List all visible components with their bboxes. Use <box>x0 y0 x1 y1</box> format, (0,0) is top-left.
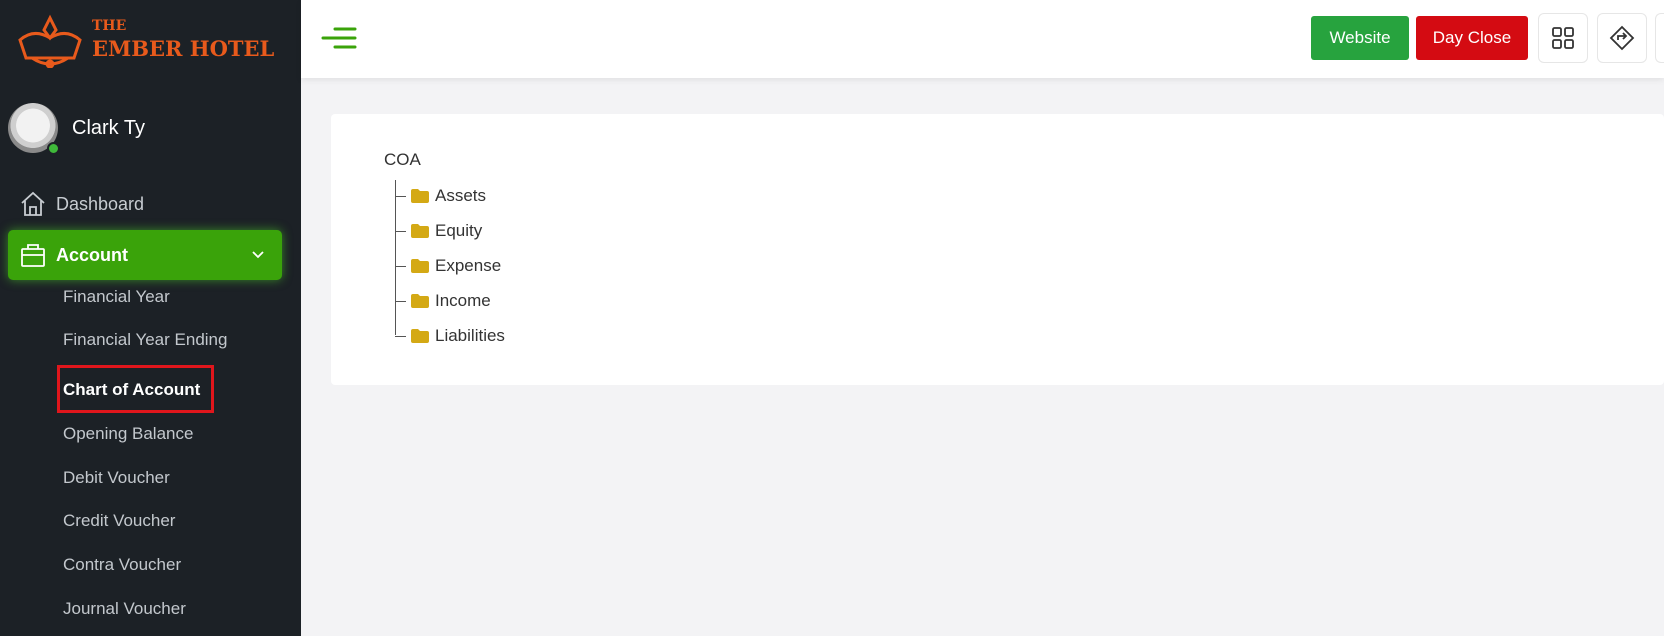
menu-toggle-icon[interactable] <box>321 26 357 50</box>
tree-node-label: Assets <box>435 186 487 205</box>
tree-node-label: Income <box>435 291 491 310</box>
grid-icon <box>1552 27 1574 49</box>
tree-node-label: Liabilities <box>435 326 505 345</box>
sidebar: THE EMBER HOTEL Clark Ty Dashboard Accou… <box>0 0 301 636</box>
sidebar-item-account[interactable]: Account <box>8 230 282 280</box>
apps-grid-button[interactable] <box>1538 13 1588 63</box>
submenu-financial-year-ending[interactable]: Financial Year Ending <box>63 330 227 350</box>
submenu-credit-voucher[interactable]: Credit Voucher <box>63 511 175 531</box>
tree-node-income[interactable]: Income <box>395 288 491 314</box>
tree-node-label: Equity <box>435 221 483 240</box>
tree-node-assets[interactable]: Assets <box>395 183 486 209</box>
website-button[interactable]: Website <box>1311 16 1409 60</box>
svg-text:THE: THE <box>92 18 126 34</box>
tree-node-liabilities[interactable]: Liabilities <box>395 323 505 349</box>
submenu-debit-voucher[interactable]: Debit Voucher <box>63 468 170 488</box>
submenu-contra-voucher[interactable]: Contra Voucher <box>63 555 181 575</box>
avatar[interactable] <box>8 103 60 155</box>
content-card <box>331 114 1664 385</box>
folder-icon <box>411 294 429 308</box>
svg-text:EMBER HOTEL: EMBER HOTEL <box>92 36 274 61</box>
sidebar-item-label: Account <box>56 244 128 265</box>
home-icon <box>18 189 48 219</box>
directions-icon <box>1609 25 1635 51</box>
folder-icon <box>411 224 429 238</box>
top-bar: Website Day Close <box>301 0 1664 78</box>
tree-root[interactable]: COA <box>384 150 421 170</box>
chevron-down-icon <box>252 251 264 259</box>
folder-icon <box>411 259 429 273</box>
folder-icon <box>411 189 429 203</box>
tree-node-expense[interactable]: Expense <box>395 253 501 279</box>
active-item-highlight <box>57 365 214 413</box>
online-status-dot <box>47 142 60 155</box>
more-button[interactable] <box>1655 13 1664 63</box>
sidebar-item-dashboard[interactable]: Dashboard <box>8 179 282 229</box>
submenu-opening-balance[interactable]: Opening Balance <box>63 424 193 444</box>
user-profile[interactable]: Clark Ty <box>8 103 145 155</box>
folder-icon <box>411 329 429 343</box>
submenu-financial-year[interactable]: Financial Year <box>63 287 170 307</box>
directions-button[interactable] <box>1597 13 1647 63</box>
briefcase-icon <box>18 240 48 270</box>
submenu-journal-voucher[interactable]: Journal Voucher <box>63 599 186 619</box>
sidebar-item-label: Dashboard <box>56 193 145 214</box>
user-name: Clark Ty <box>72 116 145 139</box>
hotel-logo[interactable]: THE EMBER HOTEL <box>14 10 274 68</box>
day-close-button[interactable]: Day Close <box>1416 16 1528 60</box>
tree-node-equity[interactable]: Equity <box>395 218 482 244</box>
tree-node-label: Expense <box>435 256 502 275</box>
